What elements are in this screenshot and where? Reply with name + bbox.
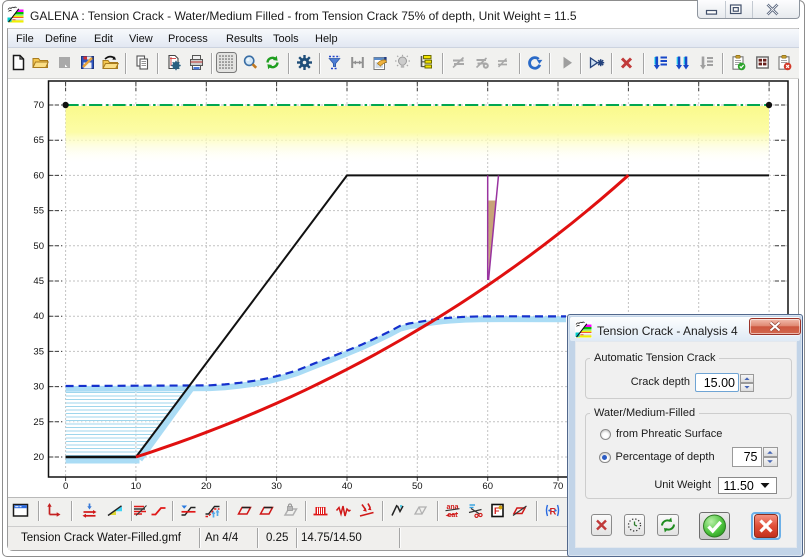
svg-text:35: 35	[33, 346, 44, 357]
svg-text:55: 55	[33, 206, 44, 217]
svg-text:65: 65	[33, 135, 44, 146]
svg-text:45: 45	[33, 276, 44, 287]
svg-text:50: 50	[412, 481, 423, 492]
svg-text:30: 30	[33, 382, 44, 393]
svg-text:30: 30	[271, 481, 282, 492]
svg-text:60: 60	[33, 170, 44, 181]
svg-text:0: 0	[63, 481, 68, 492]
svg-text:10: 10	[131, 481, 142, 492]
svg-text:20: 20	[33, 452, 44, 463]
svg-text:70: 70	[553, 481, 564, 492]
svg-text:40: 40	[342, 481, 353, 492]
svg-text:20: 20	[201, 481, 212, 492]
svg-text:R: R	[550, 507, 557, 518]
svg-text:60: 60	[482, 481, 493, 492]
svg-text:50: 50	[33, 241, 44, 252]
svg-text:25: 25	[33, 417, 44, 428]
svg-text:70: 70	[33, 100, 44, 111]
svg-text:40: 40	[33, 311, 44, 322]
